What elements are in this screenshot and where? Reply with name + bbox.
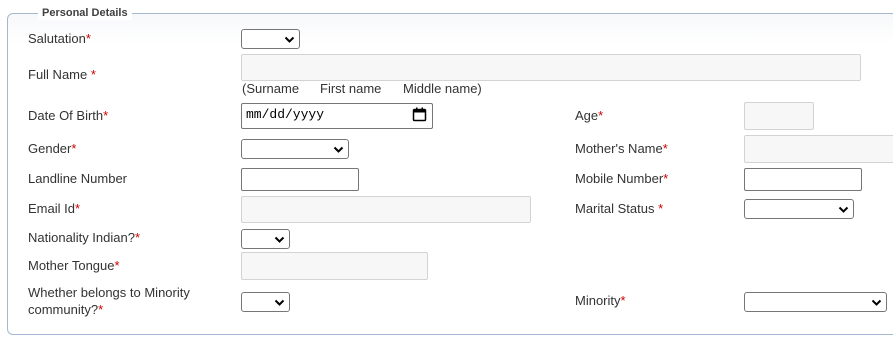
calendar-icon[interactable] <box>412 107 427 122</box>
age-input[interactable] <box>744 102 814 130</box>
chevron-down-icon <box>871 299 882 306</box>
personal-details-legend: Personal Details <box>38 6 132 20</box>
minority-select[interactable] <box>744 292 887 312</box>
email-label: Email Id* <box>28 201 81 216</box>
full-name-hint-first: First name <box>320 81 382 96</box>
mothers-name-input[interactable] <box>744 135 893 163</box>
minority-belongs-select[interactable] <box>241 292 290 312</box>
age-label: Age* <box>575 108 604 123</box>
chevron-down-icon <box>274 299 285 306</box>
minority-belongs-label-line1: Whether belongs to Minority <box>28 285 190 300</box>
mobile-input[interactable] <box>744 168 862 191</box>
minority-belongs-label-line2: community?* <box>28 302 104 317</box>
full-name-hint-middle: Middle name) <box>403 81 482 96</box>
full-name-input[interactable] <box>241 54 861 81</box>
chevron-down-icon <box>333 146 344 153</box>
chevron-down-icon <box>274 236 285 243</box>
gender-select[interactable] <box>241 139 349 159</box>
salutation-select[interactable] <box>241 29 300 49</box>
email-input[interactable] <box>241 196 531 223</box>
mother-tongue-label: Mother Tongue* <box>28 258 120 273</box>
salutation-label: Salutation* <box>28 31 91 46</box>
mothers-name-label: Mother's Name* <box>575 141 668 156</box>
nationality-select[interactable] <box>241 229 290 249</box>
gender-label: Gender* <box>28 141 77 156</box>
chevron-down-icon <box>284 36 295 43</box>
chevron-down-icon <box>838 206 849 213</box>
dob-value: mm/dd/yyyy <box>246 107 325 122</box>
dob-input[interactable]: mm/dd/yyyy <box>241 103 433 129</box>
dob-label: Date Of Birth* <box>28 108 109 123</box>
marital-status-label: Marital Status * <box>575 201 664 216</box>
full-name-hint-surname: (Surname <box>242 81 300 96</box>
mother-tongue-input[interactable] <box>241 252 428 280</box>
marital-status-select[interactable] <box>744 199 854 219</box>
minority-label: Minority* <box>575 293 626 308</box>
mobile-label: Mobile Number* <box>575 171 669 186</box>
full-name-label: Full Name * <box>28 67 96 82</box>
landline-label: Landline Number <box>28 171 128 186</box>
landline-input[interactable] <box>241 168 359 191</box>
nationality-label: Nationality Indian?* <box>28 230 141 245</box>
